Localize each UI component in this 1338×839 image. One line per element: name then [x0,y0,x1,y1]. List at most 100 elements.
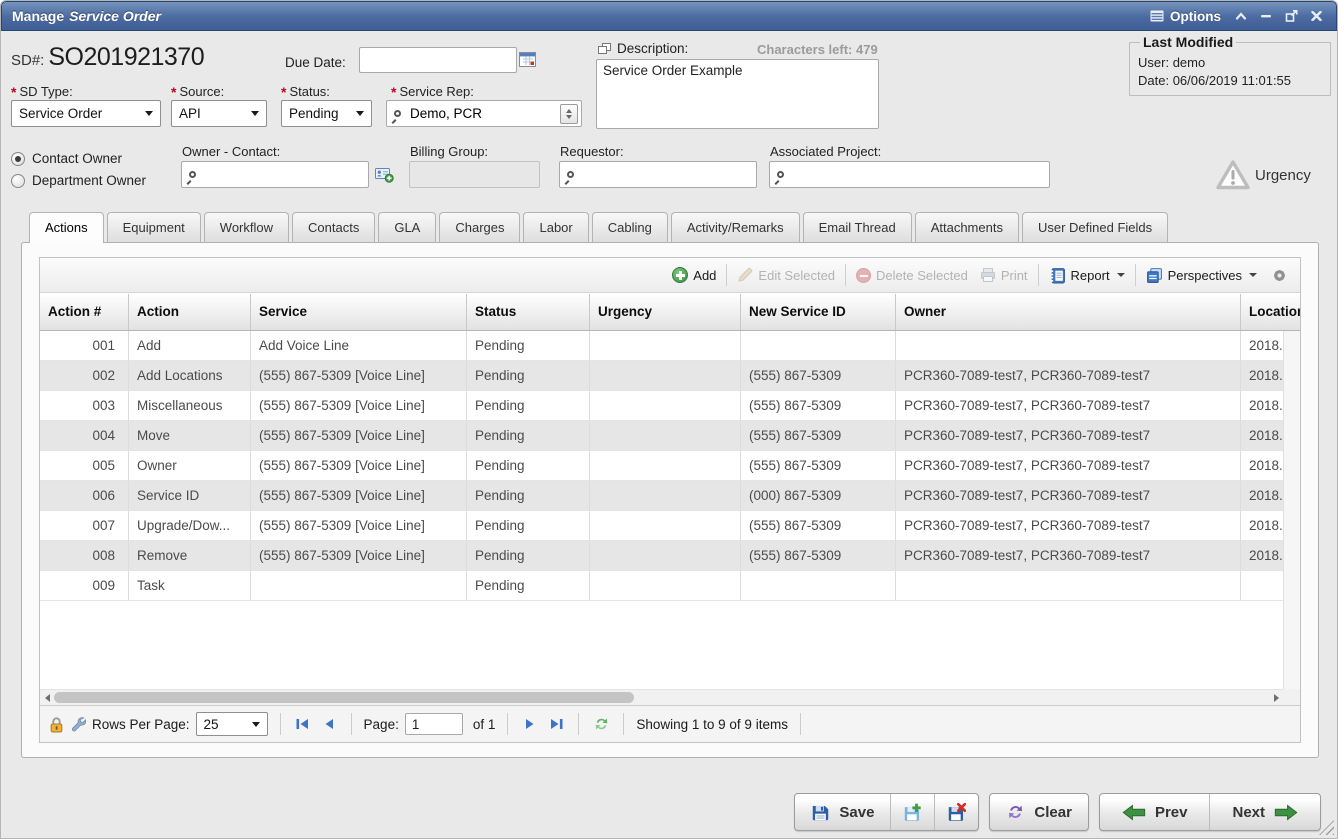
report-button[interactable]: Report [1043,267,1131,284]
calendar-icon[interactable] [519,51,536,67]
pager-separator [578,713,579,735]
department-owner-radio[interactable]: Department Owner [11,173,146,188]
scroll-right-icon[interactable] [1269,691,1283,705]
owner-contact-field[interactable] [181,161,369,188]
table-row[interactable]: 009TaskPending [40,571,1283,601]
table-row[interactable]: 004Move(555) 867-5309 [Voice Line]Pendin… [40,421,1283,451]
tab-gla[interactable]: GLA [378,212,436,242]
table-cell [1241,571,1283,600]
table-cell: Pending [467,481,590,510]
table-row[interactable]: 003Miscellaneous(555) 867-5309 [Voice Li… [40,391,1283,421]
table-cell: Add [129,331,251,360]
actions-grid: Add Edit Selected Delete Selected Pri [39,257,1301,743]
associated-project-input[interactable] [791,166,1042,183]
tab-activity-remarks[interactable]: Activity/Remarks [671,212,800,242]
print-button[interactable]: Print [974,267,1034,283]
resize-grip[interactable] [1319,820,1334,835]
contact-owner-radio[interactable]: Contact Owner [11,151,122,166]
save-button[interactable]: Save [795,794,890,830]
add-button[interactable]: Add [666,267,722,283]
vertical-scrollbar[interactable] [1283,331,1300,689]
minimize-button[interactable] [1260,11,1272,21]
tab-workflow[interactable]: Workflow [204,212,289,242]
close-icon[interactable] [1311,11,1322,21]
save-and-close-button[interactable] [934,794,978,830]
table-row[interactable]: 002Add Locations(555) 867-5309 [Voice Li… [40,361,1283,391]
sd-type-label: *SD Type: [11,83,73,101]
sd-type-select[interactable]: Service Order [11,100,161,127]
description-textarea[interactable]: Service Order Example [596,59,879,129]
next-page-button[interactable] [520,714,540,734]
tab-attachments[interactable]: Attachments [915,212,1019,242]
popout-button[interactable] [1285,10,1298,22]
status-select[interactable]: Pending [281,100,372,127]
owner-contact-input[interactable] [203,166,361,183]
tab-user-defined-fields[interactable]: User Defined Fields [1022,212,1168,242]
source-select[interactable]: API [171,100,267,127]
table-cell: PCR360-7089-test7, PCR360-7089-test7 [896,481,1241,510]
column-header[interactable]: Location [1241,294,1300,330]
save-and-new-button[interactable] [890,794,934,830]
table-cell: 004 [40,421,129,450]
page-input[interactable] [405,713,463,735]
tab-contacts[interactable]: Contacts [292,212,375,242]
horizontal-scrollbar[interactable] [40,689,1283,705]
column-header[interactable]: Action # [40,294,129,330]
column-header[interactable]: Action [129,294,251,330]
prev-next-button-group: Prev Next [1099,793,1321,831]
tab-charges[interactable]: Charges [439,212,520,242]
delete-selected-button[interactable]: Delete Selected [850,268,974,283]
perspectives-icon [1146,267,1163,284]
rows-per-page-select[interactable]: 25 [196,712,268,736]
scrollbar-corner [1283,689,1300,705]
table-row[interactable]: 006Service ID(555) 867-5309 [Voice Line]… [40,481,1283,511]
due-date-input[interactable] [359,47,517,73]
table-row[interactable]: 008Remove(555) 867-5309 [Voice Line]Pend… [40,541,1283,571]
description-label: Description: [617,41,688,56]
requestor-field[interactable] [559,161,757,188]
prev-page-button[interactable] [319,714,339,734]
table-cell: PCR360-7089-test7, PCR360-7089-test7 [896,541,1241,570]
column-header[interactable]: Owner [896,294,1241,330]
collapse-button[interactable] [1235,11,1247,21]
tab-labor[interactable]: Labor [523,212,588,242]
column-header[interactable]: Service [251,294,467,330]
wrench-icon[interactable] [70,716,86,732]
associated-project-label: Associated Project: [770,144,881,159]
scrollbar-thumb[interactable] [54,692,634,703]
requestor-input[interactable] [581,166,749,183]
popout-field-icon[interactable] [598,43,611,55]
options-button[interactable]: Options [1150,9,1221,24]
clear-button[interactable]: Clear [990,794,1088,830]
table-row[interactable]: 001AddAdd Voice LinePending2018.1 R [40,331,1283,361]
tab-cabling[interactable]: Cabling [592,212,668,242]
column-header[interactable]: New Service ID [741,294,896,330]
required-icon: * [391,84,396,100]
column-header[interactable]: Urgency [590,294,741,330]
scroll-left-icon[interactable] [40,691,54,705]
first-page-button[interactable] [293,714,313,734]
service-rep-spinner-icon[interactable] [560,104,578,124]
pencil-icon [737,267,753,283]
column-header[interactable]: Status [467,294,590,330]
tab-email-thread[interactable]: Email Thread [803,212,912,242]
next-button[interactable]: Next [1209,794,1320,830]
last-modified-group: Last Modified User: demo Date: 06/06/201… [1129,34,1331,96]
perspectives-button[interactable]: Perspectives [1140,267,1263,284]
lock-icon[interactable] [49,716,64,733]
tab-actions[interactable]: Actions [29,212,104,243]
edit-selected-button[interactable]: Edit Selected [731,267,841,283]
grid-settings-button[interactable] [1263,267,1290,284]
table-row[interactable]: 007Upgrade/Dow...(555) 867-5309 [Voice L… [40,511,1283,541]
refresh-button[interactable] [591,714,611,734]
last-page-button[interactable] [546,714,566,734]
service-rep-input[interactable] [408,105,553,122]
associated-project-field[interactable] [769,161,1050,188]
table-row[interactable]: 005Owner(555) 867-5309 [Voice Line]Pendi… [40,451,1283,481]
table-cell: (555) 867-5309 [Voice Line] [251,391,467,420]
tab-equipment[interactable]: Equipment [107,212,201,242]
add-contact-icon[interactable] [375,166,394,183]
prev-button[interactable]: Prev [1100,794,1210,830]
pager-separator [351,713,352,735]
service-rep-field[interactable] [386,100,582,127]
